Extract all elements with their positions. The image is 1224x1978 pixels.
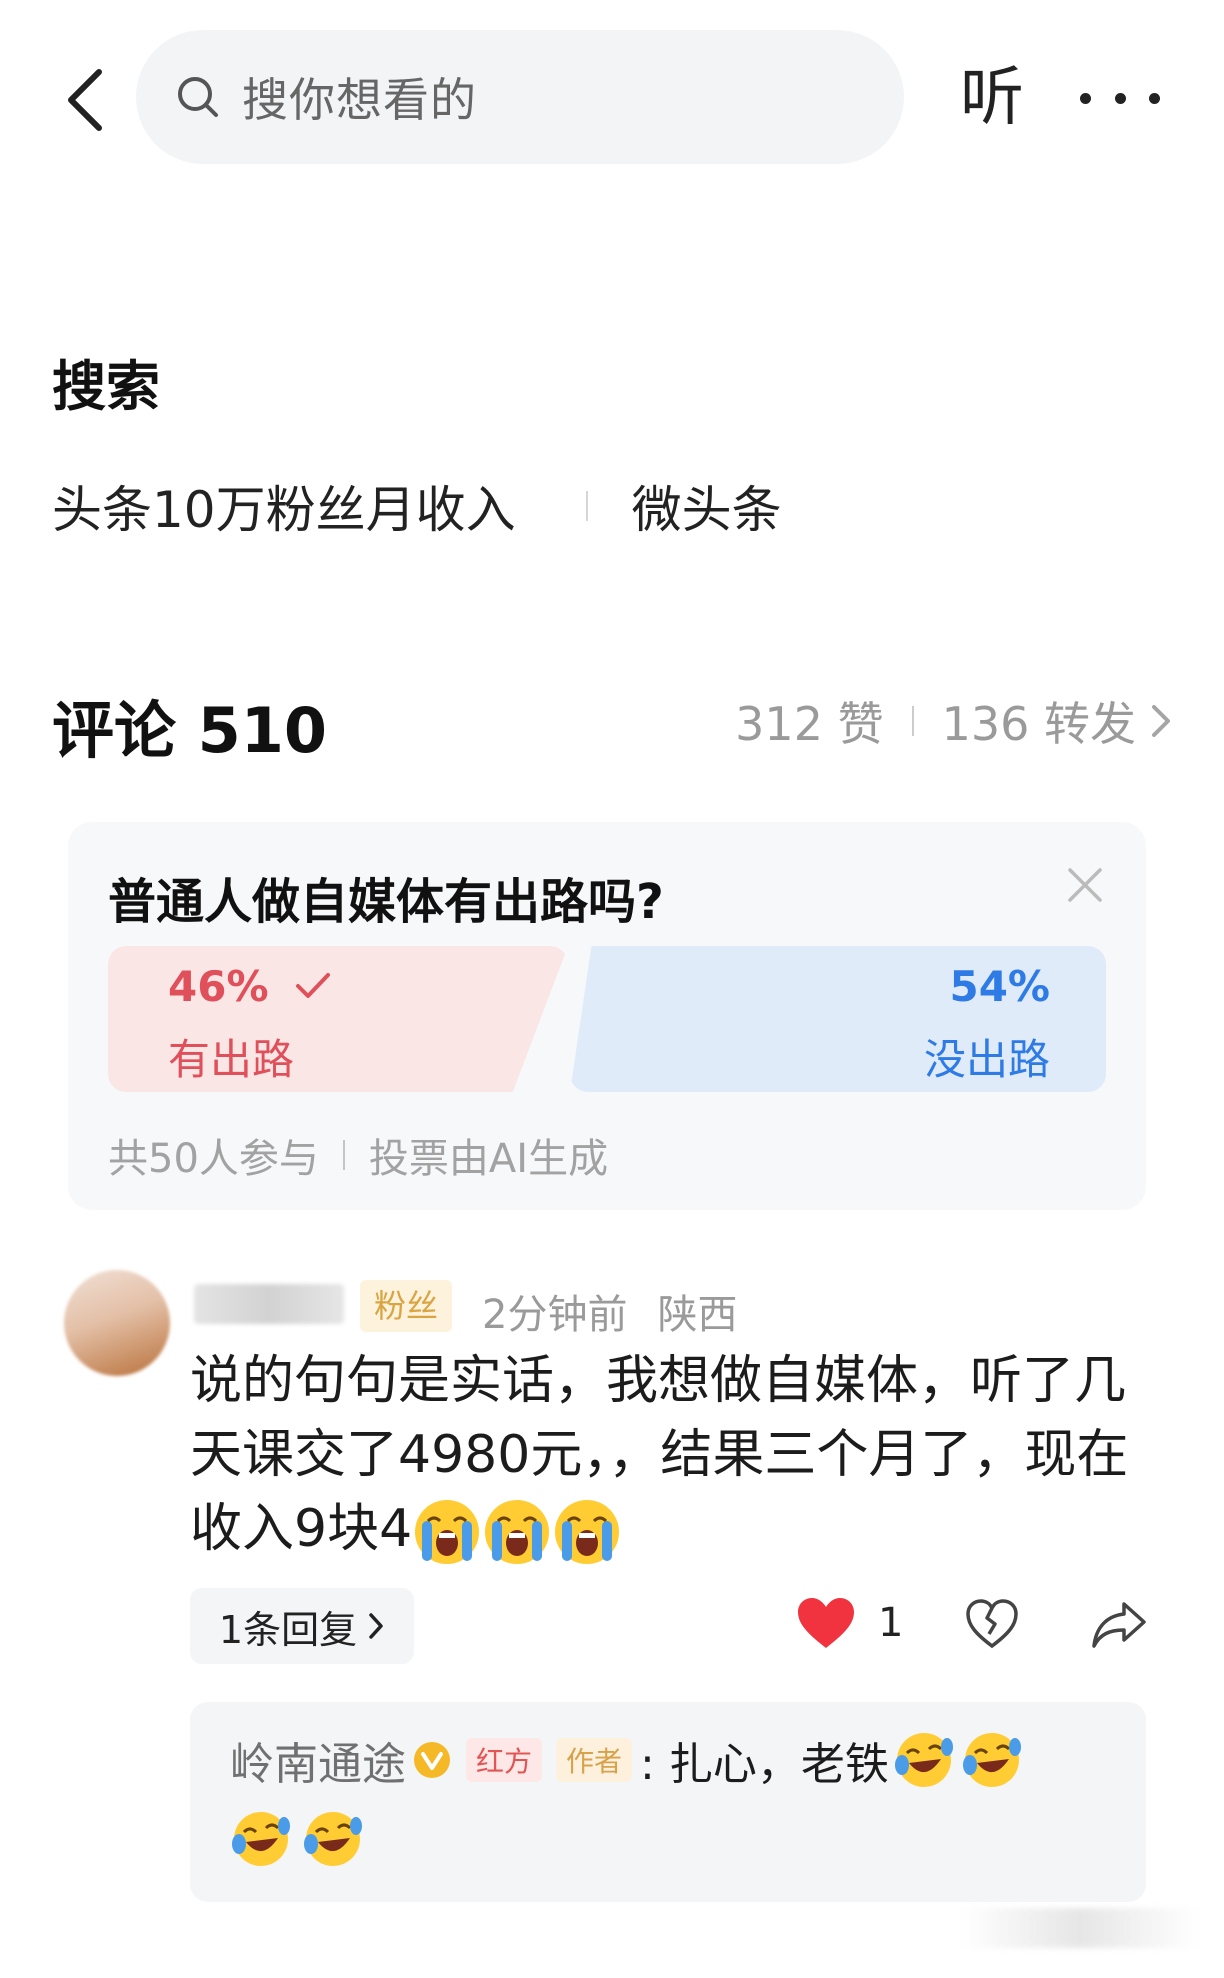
poll-option-no[interactable]: 54% 没出路 (570, 946, 1106, 1092)
poll-option-label: 没出路 (923, 1035, 1050, 1084)
laughing-tears-emoji (304, 1812, 362, 1866)
back-button[interactable] (50, 60, 120, 140)
poll-option-label: 有出路 (168, 1035, 295, 1084)
reposts-count: 136 转发 (941, 697, 1136, 751)
comment-meta: 2分钟前 陕西 (482, 1282, 737, 1340)
likes-count: 312 赞 (735, 697, 884, 751)
top-bar: 搜你想看的 听 (0, 28, 1224, 166)
search-section-title: 搜索 (52, 355, 160, 418)
watermark (960, 1908, 1200, 1948)
chevron-left-icon (68, 69, 102, 131)
divider (911, 706, 914, 736)
comment-text: 说的句句是实话，我想做自媒体，听了几天课交了4980元，，结果三个月了，现在收入… (190, 1344, 1140, 1567)
divider (342, 1140, 345, 1170)
username-blurred[interactable] (194, 1284, 344, 1324)
search-suggestions: 头条10万粉丝月收入 微头条 (52, 470, 782, 542)
like-button[interactable]: 1 (796, 1596, 903, 1650)
poll-option-yes[interactable]: 46% 有出路 (108, 946, 568, 1092)
crying-face-emoji (415, 1500, 480, 1564)
reply-count-label: 1条回复 (218, 1607, 358, 1652)
poll-option-percent: 46% (168, 962, 269, 1011)
reply-line: 岭南通途 红方 作者 : 扎心，老铁 (230, 1728, 1023, 1792)
author-tag: 作者 (556, 1738, 633, 1782)
listen-button[interactable]: 听 (960, 58, 1024, 138)
laughing-tears-emoji (894, 1733, 953, 1787)
comment-body: 说的句句是实话，我想做自媒体，听了几天课交了4980元，，结果三个月了，现在收入… (190, 1351, 1129, 1559)
check-icon (296, 973, 331, 998)
comment-time: 2分钟前 (482, 1292, 628, 1338)
search-suggestion[interactable]: 头条10万粉丝月收入 (52, 470, 516, 542)
poll-participants: 共50人参与 (108, 1136, 319, 1182)
search-suggestion[interactable]: 微头条 (632, 470, 782, 542)
laughing-tears-emoji (232, 1812, 290, 1866)
close-icon[interactable] (1062, 862, 1108, 908)
view-replies-button[interactable]: 1条回复 (190, 1588, 414, 1664)
poll-generated-by: 投票由AI生成 (368, 1136, 609, 1182)
search-icon (178, 77, 218, 117)
crying-face-emoji (485, 1500, 550, 1564)
search-input[interactable]: 搜你想看的 (136, 30, 904, 164)
broken-heart-icon[interactable] (964, 1596, 1020, 1652)
share-icon[interactable] (1090, 1596, 1148, 1652)
reply-line (230, 1808, 364, 1870)
heart-filled-icon (798, 1598, 854, 1648)
avatar[interactable] (64, 1270, 170, 1376)
reply-author[interactable]: 岭南通途 (230, 1728, 406, 1792)
crying-face-emoji (555, 1500, 620, 1564)
poll-question: 普通人做自媒体有出路吗? (108, 874, 664, 930)
chevron-right-icon (1152, 705, 1170, 737)
more-horizontal-icon (1080, 92, 1091, 104)
fan-badge: 粉丝 (360, 1280, 453, 1332)
engagement-stats[interactable]: 312 赞 136 转发 (735, 688, 1172, 754)
comment-location: 陕西 (657, 1292, 738, 1338)
like-count: 1 (878, 1600, 904, 1646)
reply-text: : 扎心，老铁 (640, 1739, 889, 1790)
laughing-tears-emoji (962, 1733, 1021, 1787)
comments-title: 评论 510 (52, 694, 328, 767)
side-tag: 红方 (466, 1738, 543, 1782)
divider (585, 491, 588, 521)
search-placeholder: 搜你想看的 (242, 73, 477, 127)
chevron-right-icon (369, 1613, 383, 1639)
poll-meta: 共50人参与 投票由AI生成 (108, 1126, 608, 1184)
reply-preview[interactable]: 岭南通途 红方 作者 : 扎心，老铁 (190, 1702, 1146, 1902)
verified-badge-icon (414, 1742, 450, 1778)
poll-option-percent: 54% (949, 962, 1050, 1011)
more-button[interactable] (1080, 68, 1160, 128)
poll-card: 普通人做自媒体有出路吗? 46% 有出路 54% 没出路 共50人参与 投票由A… (68, 822, 1146, 1210)
